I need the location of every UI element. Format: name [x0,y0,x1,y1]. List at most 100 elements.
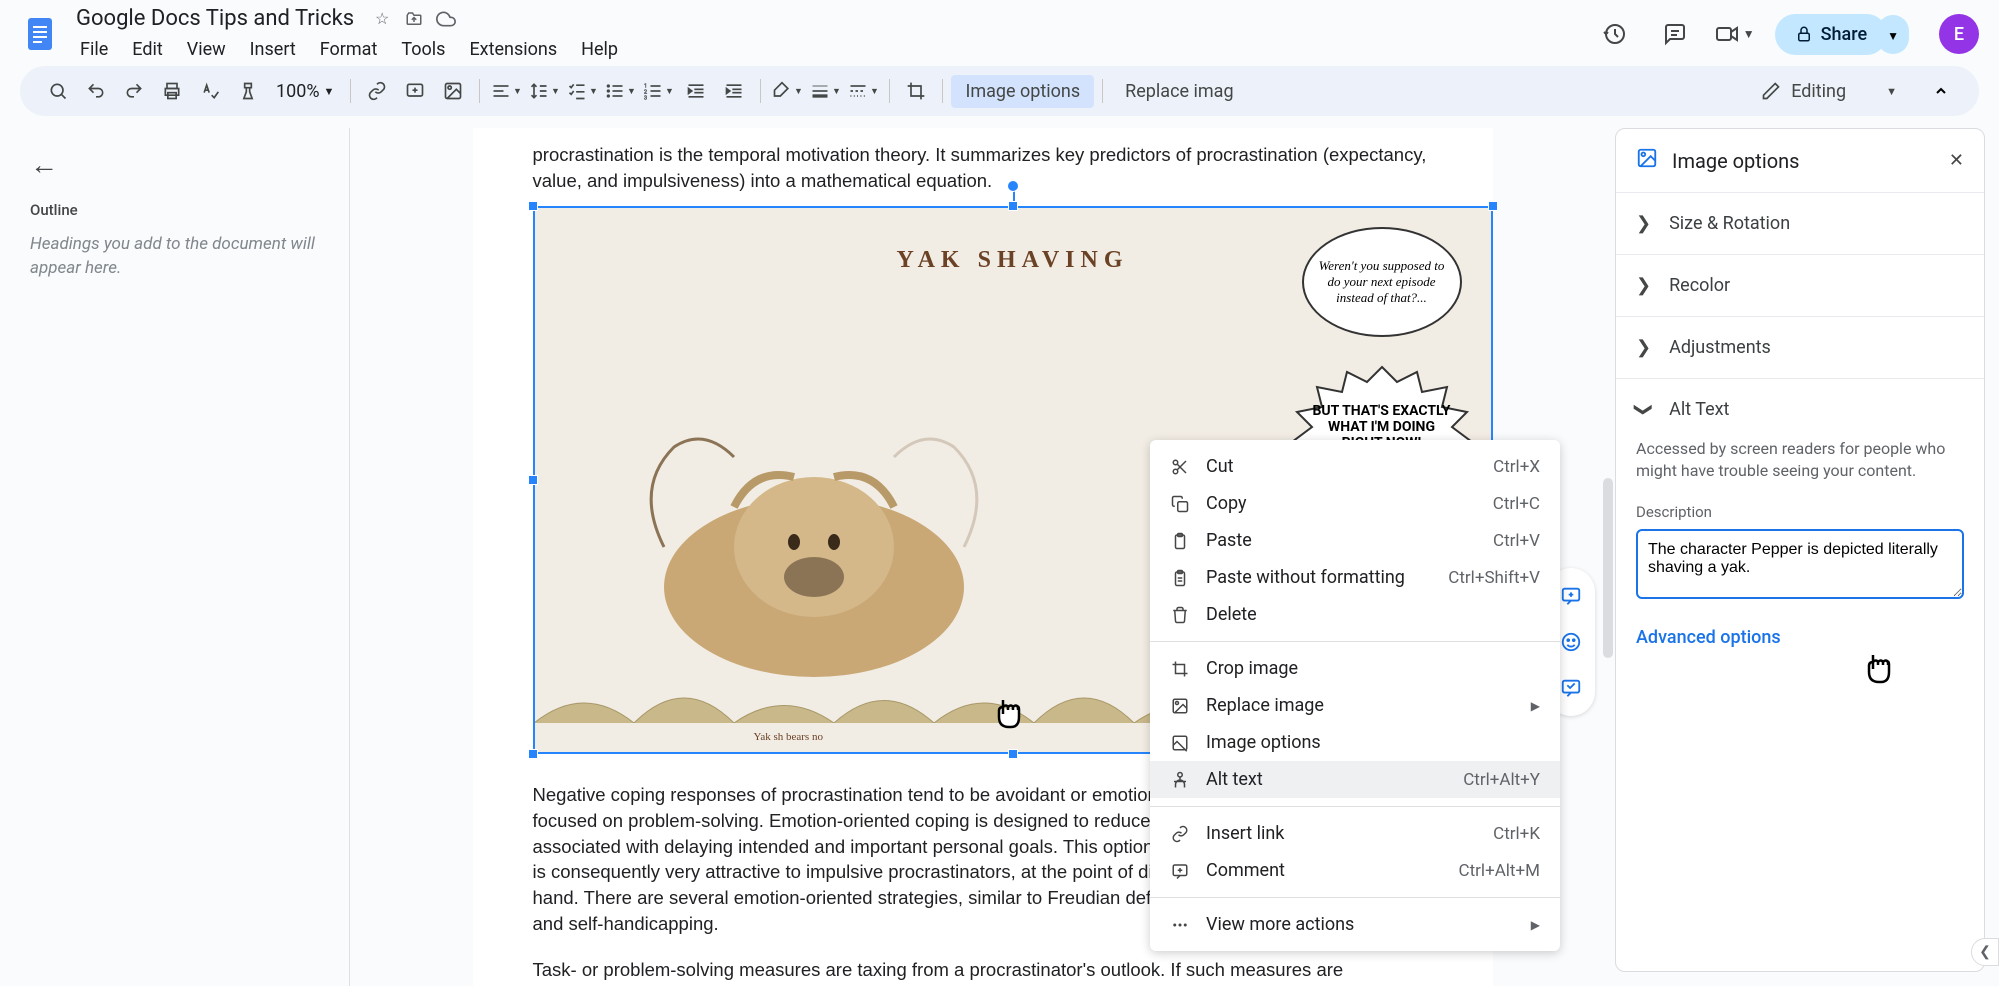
ctx-delete[interactable]: Delete [1150,596,1560,633]
menu-extensions[interactable]: Extensions [459,35,567,64]
back-button[interactable]: ← [30,148,319,181]
line-spacing-icon[interactable]: ▼ [526,73,562,109]
chevron-right-icon: ❯ [1636,337,1651,358]
history-icon[interactable] [1595,14,1635,54]
description-label: Description [1636,503,1964,521]
close-icon[interactable]: ✕ [1949,150,1964,171]
move-icon[interactable] [404,9,424,29]
add-comment-icon[interactable] [397,73,433,109]
ctx-more[interactable]: View more actions▶ [1150,906,1560,943]
menu-bar: File Edit View Insert Format Tools Exten… [70,35,1595,64]
alt-text-description: Accessed by screen readers for people wh… [1636,438,1964,483]
spellcheck-icon[interactable] [192,73,228,109]
yak-illustration [614,367,1014,687]
replace-icon [1170,696,1190,716]
paragraph[interactable]: Task- or problem-solving measures are ta… [533,957,1433,983]
ctx-paste-plain[interactable]: Paste without formattingCtrl+Shift+V [1150,559,1560,596]
section-alt-text: ❯ Alt Text Accessed by screen readers fo… [1616,378,1984,668]
outline-title: Outline [30,201,319,219]
document-area: procrastination is the temporal motivati… [350,128,1615,986]
insert-link-icon[interactable] [359,73,395,109]
editing-mode-button[interactable]: Editing ▼ [1747,75,1911,108]
align-icon[interactable]: ▼ [488,73,524,109]
ctx-copy[interactable]: CopyCtrl+C [1150,485,1560,522]
menu-help[interactable]: Help [571,35,628,64]
menu-format[interactable]: Format [310,35,388,64]
redo-icon[interactable] [116,73,152,109]
resize-handle-bm[interactable] [1008,749,1018,759]
advanced-options-link[interactable]: Advanced options [1636,627,1964,648]
paint-format-icon[interactable] [230,73,266,109]
resize-handle-tm[interactable] [1008,201,1018,211]
collapse-toolbar-icon[interactable] [1923,73,1959,109]
cloud-status-icon[interactable] [436,9,456,29]
menu-file[interactable]: File [70,35,118,64]
side-panel-toggle[interactable]: ❮ [1971,938,1999,966]
chevron-down-icon: ❯ [1633,402,1654,417]
image-icon [1636,147,1658,174]
ctx-paste[interactable]: PasteCtrl+V [1150,522,1560,559]
undo-icon[interactable] [78,73,114,109]
cut-icon [1170,457,1190,477]
decrease-indent-icon[interactable] [678,73,714,109]
resize-handle-tr[interactable] [1488,201,1498,211]
search-icon[interactable] [40,73,76,109]
context-menu: CutCtrl+XCopyCtrl+CPasteCtrl+VPaste with… [1150,440,1560,951]
chevron-right-icon: ▶ [1531,918,1540,932]
delete-icon [1170,605,1190,625]
bulleted-list-icon[interactable]: ▼ [602,73,638,109]
ctx-cut[interactable]: CutCtrl+X [1150,448,1560,485]
user-avatar[interactable]: E [1939,14,1979,54]
menu-tools[interactable]: Tools [391,35,455,64]
border-weight-icon[interactable]: ▼ [807,73,843,109]
section-recolor[interactable]: ❯ Recolor [1616,254,1984,316]
image-options-button[interactable]: Image options [951,75,1094,108]
paste-icon [1170,531,1190,551]
checklist-icon[interactable]: ▼ [564,73,600,109]
section-size-rotation[interactable]: ❯ Size & Rotation [1616,192,1984,254]
chevron-right-icon: ▶ [1531,699,1540,713]
star-icon[interactable]: ☆ [372,9,392,29]
ctx-crop[interactable]: Crop image [1150,650,1560,687]
outline-hint: Headings you add to the document will ap… [30,233,319,281]
rotate-handle[interactable] [1007,180,1019,192]
ctx-alt-text[interactable]: Alt textCtrl+Alt+Y [1150,761,1560,798]
numbered-list-icon[interactable]: 123▼ [640,73,676,109]
increase-indent-icon[interactable] [716,73,752,109]
zoom-select[interactable]: 100% ▼ [268,77,342,106]
crop-icon[interactable] [898,73,934,109]
ctx-link[interactable]: Insert linkCtrl+K [1150,815,1560,852]
section-adjustments[interactable]: ❯ Adjustments [1616,316,1984,378]
docs-logo[interactable] [20,14,60,54]
ctx-image-options[interactable]: Image options [1150,724,1560,761]
pencil-icon [1761,81,1781,101]
ctx-replace[interactable]: Replace image▶ [1150,687,1560,724]
alt-text-input[interactable] [1636,529,1964,599]
comments-icon[interactable] [1655,14,1695,54]
section-alt-text-header[interactable]: ❯ Alt Text [1636,399,1964,420]
scrollbar[interactable] [1603,478,1613,658]
print-icon[interactable] [154,73,190,109]
comic-caption-left: Yak sh bears no [754,731,823,743]
menu-insert[interactable]: Insert [240,35,306,64]
app-header: Google Docs Tips and Tricks ☆ File Edit … [0,0,1999,60]
paragraph[interactable]: procrastination is the temporal motivati… [533,128,1433,194]
resize-handle-ml[interactable] [528,475,538,485]
toolbar: 100% ▼ ▼ ▼ ▼ ▼ 123▼ ▼ ▼ ▼ Image options … [20,66,1979,116]
replace-image-button[interactable]: Replace imag [1111,75,1247,108]
resize-handle-bl[interactable] [528,749,538,759]
document-title[interactable]: Google Docs Tips and Tricks [70,4,360,33]
share-dropdown[interactable]: ▼ [1877,15,1909,54]
image-options-panel: Image options ✕ ❯ Size & Rotation ❯ Reco… [1615,128,1985,972]
insert-image-icon[interactable] [435,73,471,109]
resize-handle-tl[interactable] [528,201,538,211]
meet-button[interactable]: ▼ [1715,14,1755,54]
link-icon [1170,824,1190,844]
border-color-icon[interactable]: ▼ [769,73,805,109]
share-button[interactable]: Share [1775,14,1887,55]
ctx-comment[interactable]: CommentCtrl+Alt+M [1150,852,1560,889]
border-dash-icon[interactable]: ▼ [845,73,881,109]
copy-icon [1170,494,1190,514]
menu-edit[interactable]: Edit [122,35,172,64]
menu-view[interactable]: View [177,35,236,64]
